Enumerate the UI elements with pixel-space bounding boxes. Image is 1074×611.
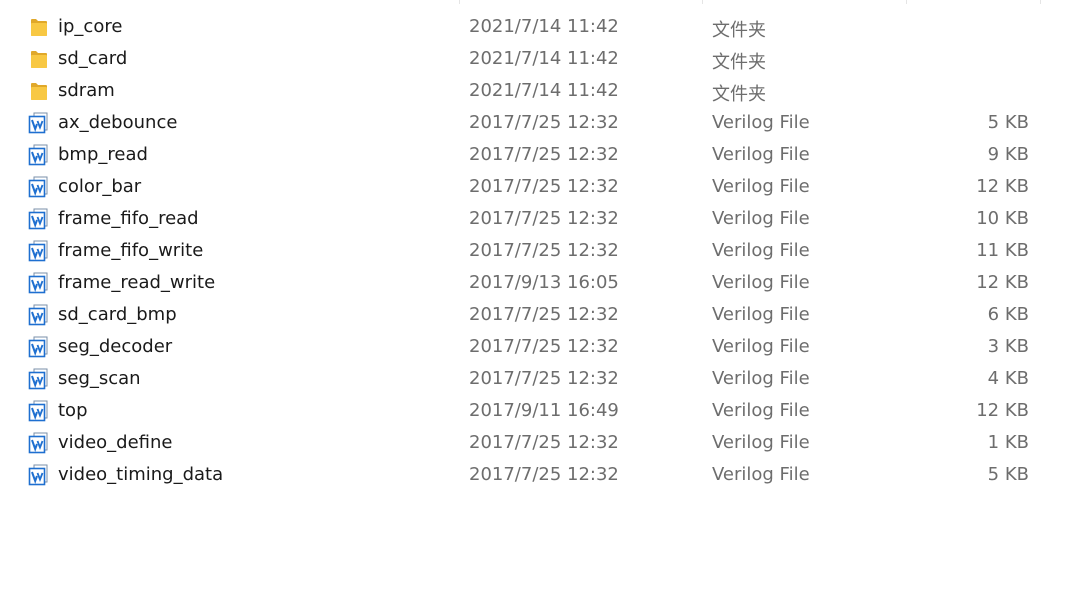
folder-icon (27, 16, 51, 38)
file-name: frame_fifo_write (58, 240, 204, 261)
file-name: ip_core (58, 16, 123, 37)
file-list-view: ip_core 2021/7/14 11:42 文件夹 sd_card 2021/7/1… (0, 0, 1074, 611)
file-type: Verilog File (712, 176, 810, 197)
folder-icon (27, 80, 51, 102)
file-type: Verilog File (712, 368, 810, 389)
file-name: frame_read_write (58, 272, 216, 293)
verilog-file-icon (27, 176, 51, 198)
file-name: seg_scan (58, 368, 141, 389)
file-type: 文件夹 (712, 20, 766, 41)
verilog-file-icon (27, 304, 51, 326)
file-date-modified: 2017/7/25 12:32 (469, 144, 619, 165)
file-size: 4 KB (987, 368, 1029, 389)
file-row[interactable]: sd_card_bmp 2017/7/25 12:32 Verilog File 6 … (0, 299, 1074, 331)
file-date-modified: 2017/7/25 12:32 (469, 336, 619, 357)
file-row[interactable]: seg_decoder 2017/7/25 12:32 Verilog File 3 … (0, 331, 1074, 363)
file-row[interactable]: video_define 2017/7/25 12:32 Verilog File 1… (0, 427, 1074, 459)
file-date-modified: 2017/7/25 12:32 (469, 240, 619, 261)
verilog-file-icon (27, 368, 51, 390)
file-type: Verilog File (712, 464, 810, 485)
file-type: Verilog File (712, 240, 810, 261)
file-type: Verilog File (712, 208, 810, 229)
file-row[interactable]: color_bar 2017/7/25 12:32 Verilog File 12 K… (0, 171, 1074, 203)
file-size: 6 KB (987, 304, 1029, 325)
verilog-file-icon (27, 400, 51, 422)
file-date-modified: 2017/7/25 12:32 (469, 176, 619, 197)
verilog-file-icon (27, 272, 51, 294)
column-divider[interactable] (1040, 0, 1041, 4)
file-row[interactable]: top 2017/9/11 16:49 Verilog File 12 KB (0, 395, 1074, 427)
file-type: Verilog File (712, 112, 810, 133)
file-size: 10 KB (976, 208, 1029, 229)
file-row[interactable]: frame_fifo_read 2017/7/25 12:32 Verilog Fi… (0, 203, 1074, 235)
file-name: bmp_read (58, 144, 148, 165)
file-row[interactable]: video_timing_data 2017/7/25 12:32 Verilog … (0, 459, 1074, 491)
file-date-modified: 2017/7/25 12:32 (469, 464, 619, 485)
file-name: ax_debounce (58, 112, 178, 133)
file-row[interactable]: frame_read_write 2017/9/13 16:05 Verilog F… (0, 267, 1074, 299)
file-row[interactable]: ip_core 2021/7/14 11:42 文件夹 (0, 11, 1074, 43)
file-row[interactable]: ax_debounce 2017/7/25 12:32 Verilog File 5 … (0, 107, 1074, 139)
file-date-modified: 2017/7/25 12:32 (469, 112, 619, 133)
file-date-modified: 2021/7/14 11:42 (469, 80, 619, 101)
verilog-file-icon (27, 208, 51, 230)
file-rows: ip_core 2021/7/14 11:42 文件夹 sd_card 2021/7/1… (0, 11, 1074, 491)
file-size: 3 KB (987, 336, 1029, 357)
file-name: sd_card_bmp (58, 304, 177, 325)
column-divider[interactable] (702, 0, 703, 4)
file-name: video_timing_data (58, 464, 224, 485)
file-date-modified: 2017/7/25 12:32 (469, 432, 619, 453)
file-size: 5 KB (987, 464, 1029, 485)
file-type: Verilog File (712, 400, 810, 421)
file-size: 12 KB (976, 272, 1029, 293)
file-date-modified: 2017/9/13 16:05 (469, 272, 619, 293)
file-row[interactable]: seg_scan 2017/7/25 12:32 Verilog File 4 KB (0, 363, 1074, 395)
verilog-file-icon (27, 144, 51, 166)
file-type: Verilog File (712, 144, 810, 165)
file-name: sd_card (58, 48, 128, 69)
folder-icon (27, 48, 51, 70)
file-name: video_define (58, 432, 173, 453)
file-date-modified: 2017/9/11 16:49 (469, 400, 619, 421)
verilog-file-icon (27, 432, 51, 454)
file-name: color_bar (58, 176, 142, 197)
file-date-modified: 2021/7/14 11:42 (469, 48, 619, 69)
file-date-modified: 2017/7/25 12:32 (469, 368, 619, 389)
file-type: Verilog File (712, 272, 810, 293)
file-size: 12 KB (976, 176, 1029, 197)
verilog-file-icon (27, 112, 51, 134)
file-row[interactable]: sdram 2021/7/14 11:42 文件夹 (0, 75, 1074, 107)
verilog-file-icon (27, 240, 51, 262)
file-date-modified: 2017/7/25 12:32 (469, 304, 619, 325)
file-size: 11 KB (976, 240, 1029, 261)
file-size: 9 KB (987, 144, 1029, 165)
file-size: 5 KB (987, 112, 1029, 133)
verilog-file-icon (27, 336, 51, 358)
column-divider[interactable] (906, 0, 907, 4)
file-type: 文件夹 (712, 52, 766, 73)
verilog-file-icon (27, 464, 51, 486)
file-date-modified: 2017/7/25 12:32 (469, 208, 619, 229)
file-size: 1 KB (987, 432, 1029, 453)
file-name: sdram (58, 80, 115, 101)
file-name: seg_decoder (58, 336, 173, 357)
file-name: frame_fifo_read (58, 208, 199, 229)
file-date-modified: 2021/7/14 11:42 (469, 16, 619, 37)
file-row[interactable]: frame_fifo_write 2017/7/25 12:32 Verilog F… (0, 235, 1074, 267)
file-type: Verilog File (712, 432, 810, 453)
file-type: 文件夹 (712, 84, 766, 105)
file-type: Verilog File (712, 304, 810, 325)
file-row[interactable]: bmp_read 2017/7/25 12:32 Verilog File 9 KB (0, 139, 1074, 171)
file-name: top (58, 400, 88, 421)
file-size: 12 KB (976, 400, 1029, 421)
file-row[interactable]: sd_card 2021/7/14 11:42 文件夹 (0, 43, 1074, 75)
column-divider[interactable] (459, 0, 460, 4)
file-type: Verilog File (712, 336, 810, 357)
